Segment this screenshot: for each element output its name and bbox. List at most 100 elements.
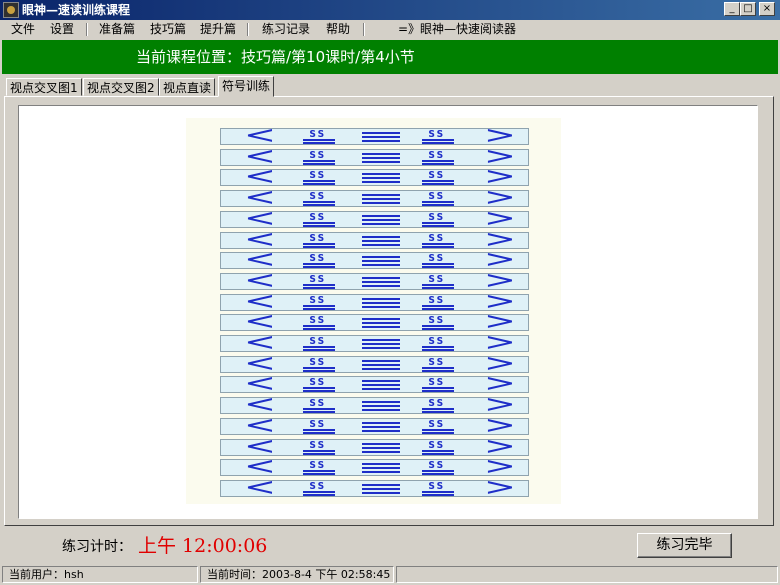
tab-direct-reading[interactable]: 视点直读	[159, 78, 216, 96]
less-than-symbol: <	[243, 266, 277, 294]
triple-bar-symbol	[362, 253, 400, 268]
underlined-s-symbol: ss	[422, 457, 454, 475]
underlined-s-symbol: ss	[303, 437, 335, 455]
triple-bar-symbol	[362, 377, 400, 392]
underlined-s-symbol: ss	[422, 209, 454, 227]
greater-than-symbol: >	[483, 266, 517, 294]
menu-preparation[interactable]: 准备篇	[99, 22, 135, 37]
close-button[interactable]: ×	[759, 2, 775, 16]
underlined-s-symbol: ss	[422, 250, 454, 268]
triple-bar-symbol	[362, 295, 400, 310]
less-than-symbol: <	[243, 162, 277, 190]
underlined-s-symbol: ss	[422, 230, 454, 248]
triple-bar-symbol	[362, 274, 400, 289]
status-current-user: 当前用户：hsh	[2, 566, 198, 583]
app-icon	[3, 2, 19, 18]
less-than-symbol: <	[243, 204, 277, 232]
tab-symbol-training[interactable]: 符号训练	[218, 76, 275, 97]
triple-bar-symbol	[362, 336, 400, 351]
less-than-symbol: <	[243, 307, 277, 335]
less-than-symbol: <	[243, 411, 277, 439]
greater-than-symbol: >	[483, 452, 517, 480]
underlined-s-symbol: ss	[303, 333, 335, 351]
triple-bar-symbol	[362, 233, 400, 248]
symbol-row: < ss ss >	[220, 473, 529, 501]
greater-than-symbol: >	[483, 307, 517, 335]
underlined-s-symbol: ss	[303, 271, 335, 289]
triple-bar-symbol	[362, 315, 400, 330]
greater-than-symbol: >	[483, 204, 517, 232]
underlined-s-symbol: ss	[422, 478, 454, 496]
menu-speed-reader[interactable]: =》眼神—快速阅读器	[398, 22, 516, 37]
triple-bar-symbol	[362, 150, 400, 165]
greater-than-symbol: >	[483, 411, 517, 439]
underlined-s-symbol: ss	[303, 188, 335, 206]
underlined-s-symbol: ss	[303, 292, 335, 310]
less-than-symbol: <	[243, 369, 277, 397]
menu-settings[interactable]: 设置	[50, 22, 74, 37]
menu-separator	[86, 23, 88, 36]
underlined-s-symbol: ss	[422, 437, 454, 455]
timer-label: 练习计时：	[62, 539, 132, 555]
underlined-s-symbol: ss	[422, 333, 454, 351]
underlined-s-symbol: ss	[422, 312, 454, 330]
triple-bar-symbol	[362, 357, 400, 372]
minimize-button[interactable]: _	[724, 2, 740, 16]
less-than-symbol: <	[243, 328, 277, 356]
title-bar: 眼神—速读训练课程 _ □ ×	[0, 0, 780, 20]
greater-than-symbol: >	[483, 245, 517, 273]
maximize-button[interactable]: □	[740, 2, 756, 16]
tab-cross-chart-1[interactable]: 视点交叉图1	[6, 78, 82, 96]
underlined-s-symbol: ss	[303, 395, 335, 413]
underlined-s-symbol: ss	[303, 126, 335, 144]
greater-than-symbol: >	[483, 121, 517, 149]
underlined-s-symbol: ss	[422, 395, 454, 413]
status-empty-panel	[396, 566, 778, 583]
triple-bar-symbol	[362, 440, 400, 455]
underlined-s-symbol: ss	[303, 167, 335, 185]
triple-bar-symbol	[362, 170, 400, 185]
underlined-s-symbol: ss	[303, 312, 335, 330]
underlined-s-symbol: ss	[303, 209, 335, 227]
course-position-text: 当前课程位置：技巧篇/第10课时/第4小节	[136, 48, 415, 66]
less-than-symbol: <	[243, 121, 277, 149]
greater-than-symbol: >	[483, 328, 517, 356]
status-bar: 当前用户：hsh 当前时间：2003-8-4 下午 02:58:45	[0, 564, 780, 585]
underlined-s-symbol: ss	[422, 167, 454, 185]
underlined-s-symbol: ss	[422, 374, 454, 392]
underlined-s-symbol: ss	[422, 416, 454, 434]
greater-than-symbol: >	[483, 162, 517, 190]
menu-help[interactable]: 帮助	[326, 22, 350, 37]
tab-cross-chart-2[interactable]: 视点交叉图2	[83, 78, 159, 96]
less-than-symbol: <	[243, 245, 277, 273]
menu-separator	[247, 23, 249, 36]
underlined-s-symbol: ss	[303, 354, 335, 372]
triple-bar-symbol	[362, 212, 400, 227]
window-title: 眼神—速读训练课程	[22, 3, 131, 17]
underlined-s-symbol: ss	[422, 147, 454, 165]
menu-file[interactable]: 文件	[11, 22, 35, 37]
menu-advanced[interactable]: 提升篇	[200, 22, 236, 37]
greater-than-symbol: >	[483, 473, 517, 501]
timer-value: 上午 12:00:06	[138, 535, 268, 557]
underlined-s-symbol: ss	[422, 126, 454, 144]
underlined-s-symbol: ss	[422, 271, 454, 289]
underlined-s-symbol: ss	[303, 457, 335, 475]
greater-than-symbol: >	[483, 390, 517, 418]
underlined-s-symbol: ss	[303, 416, 335, 434]
underlined-s-symbol: ss	[303, 250, 335, 268]
underlined-s-symbol: ss	[303, 478, 335, 496]
menu-techniques[interactable]: 技巧篇	[150, 22, 186, 37]
finish-practice-button[interactable]: 练习完毕	[637, 533, 732, 558]
underlined-s-symbol: ss	[303, 230, 335, 248]
menu-separator	[363, 23, 365, 36]
triple-bar-symbol	[362, 129, 400, 144]
menu-practice-records[interactable]: 练习记录	[262, 22, 310, 37]
greater-than-symbol: >	[483, 369, 517, 397]
menu-bar: 文件 设置 准备篇 技巧篇 提升篇 练习记录 帮助 =》眼神—快速阅读器	[0, 20, 780, 39]
course-position-banner: 当前课程位置：技巧篇/第10课时/第4小节	[2, 40, 778, 74]
triple-bar-symbol	[362, 398, 400, 413]
triple-bar-symbol	[362, 481, 400, 496]
less-than-symbol: <	[243, 473, 277, 501]
triple-bar-symbol	[362, 460, 400, 475]
